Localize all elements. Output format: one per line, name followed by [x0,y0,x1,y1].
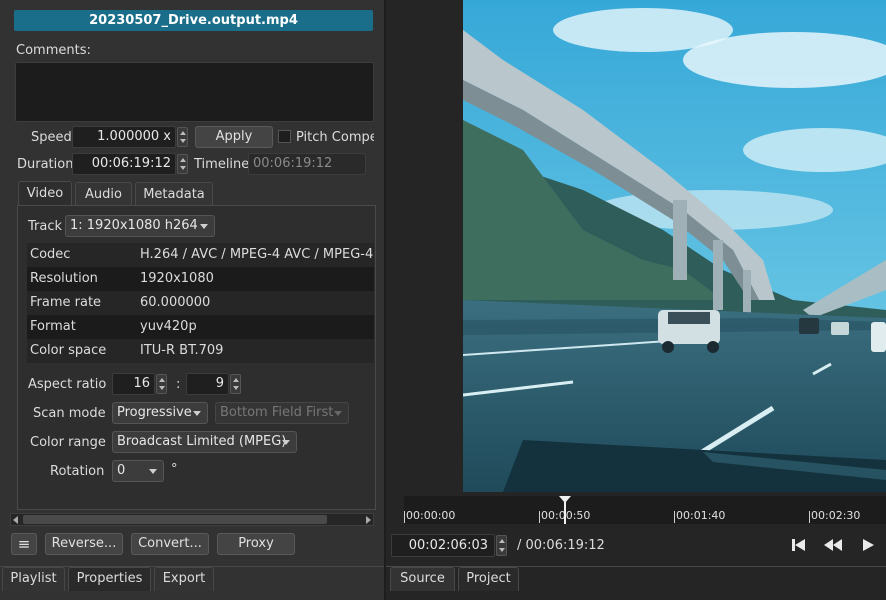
aspect-ratio-label: Aspect ratio [28,377,107,392]
aspect-width-stepper[interactable] [156,374,167,394]
info-value: ITU-R BT.709 [140,343,224,358]
play-icon[interactable] [863,538,875,552]
table-row: Frame rate 60.000000 [27,291,374,315]
video-frame-image [463,0,886,492]
timeline-ruler[interactable]: 00:00:00 00:00:50 00:01:40 00:02:30 [404,496,886,524]
rotation-label: Rotation [50,464,105,479]
playhead-line [563,502,566,524]
rewind-icon[interactable] [824,538,844,552]
video-frame[interactable] [463,0,886,492]
position-stepper[interactable] [496,535,507,556]
proxy-button[interactable]: Proxy [217,533,295,555]
speed-stepper[interactable] [177,127,188,147]
color-range-select[interactable]: Broadcast Limited (MPEG) [112,431,297,453]
table-row: Format yuv420p [27,315,374,339]
ruler-tick [539,511,540,523]
table-row: Codec H.264 / AVC / MPEG-4 AVC / MPEG-4 p… [27,243,374,267]
color-range-value: Broadcast Limited (MPEG) [117,434,287,449]
tab-source[interactable]: Source [390,567,455,591]
menu-icon: ≡ [17,535,31,553]
chevron-down-icon [282,440,290,445]
tab-properties[interactable]: Properties [68,567,151,591]
aspect-height-field[interactable]: 9 [186,373,229,395]
tab-video[interactable]: Video [18,181,72,206]
table-row: Resolution 1920x1080 [27,267,374,291]
ruler-tick [404,511,405,523]
info-key: Resolution [30,271,98,286]
total-duration-label: / 00:06:19:12 [517,538,605,553]
duration-label: Duration [17,157,74,172]
pitch-compensation-label: Pitch Compen [296,130,374,145]
track-label: Track [28,219,63,234]
reverse-button[interactable]: Reverse... [45,533,123,555]
clip-title: 20230507_Drive.output.mp4 [14,10,373,31]
chevron-down-icon [334,411,342,416]
tab-audio[interactable]: Audio [75,182,132,206]
convert-button[interactable]: Convert... [131,533,209,555]
info-value: yuv420p [140,319,197,334]
horizontal-scrollbar[interactable] [10,513,374,526]
ruler-tick [674,511,675,523]
skip-to-start-icon[interactable] [792,538,806,552]
aspect-separator: : [176,377,181,392]
info-value: H.264 / AVC / MPEG-4 AVC / MPEG-4 pa [140,247,374,262]
color-range-label: Color range [30,435,106,450]
comments-label: Comments: [16,43,91,58]
chevron-down-icon [149,469,157,474]
scrollbar-thumb[interactable] [23,515,327,524]
rotation-value: 0 [117,463,126,478]
scan-mode-label: Scan mode [33,406,106,421]
duration-field[interactable]: 00:06:19:12 [72,153,176,175]
chevron-down-icon [193,411,201,416]
ruler-tick [809,511,810,523]
media-info-table: Codec H.264 / AVC / MPEG-4 AVC / MPEG-4 p… [27,243,374,363]
menu-button[interactable]: ≡ [11,533,37,555]
ruler-label: 00:01:40 [676,509,726,522]
rotation-unit: ° [171,462,178,477]
scan-mode-value: Progressive [117,405,192,420]
scroll-right-icon[interactable] [366,516,371,524]
aspect-height-stepper[interactable] [230,374,241,394]
tab-playlist[interactable]: Playlist [2,567,65,591]
track-select-value: 1: 1920x1080 h264 [70,218,198,233]
rotation-select[interactable]: 0 [112,460,164,482]
speed-label: Speed [31,130,72,145]
tab-project[interactable]: Project [458,567,519,591]
duration-stepper[interactable] [177,154,188,174]
track-select[interactable]: 1: 1920x1080 h264 [65,215,215,237]
info-key: Format [30,319,76,334]
ruler-label: 00:02:30 [811,509,861,522]
info-key: Codec [30,247,71,262]
field-order-value: Bottom Field First [220,405,334,420]
ruler-label: 00:00:00 [406,509,456,522]
tab-export[interactable]: Export [154,567,214,591]
info-key: Color space [30,343,107,358]
pitch-compensation-checkbox[interactable] [278,130,291,143]
scan-mode-select[interactable]: Progressive [112,402,208,424]
table-row: Color space ITU-R BT.709 [27,339,374,363]
tab-metadata[interactable]: Metadata [135,182,213,206]
comments-field[interactable] [15,62,374,122]
timeline-duration-field: 00:06:19:12 [248,153,366,175]
aspect-width-field[interactable]: 16 [112,373,155,395]
info-key: Frame rate [30,295,102,310]
apply-button[interactable]: Apply [195,126,273,148]
info-value: 60.000000 [140,295,211,310]
field-order-select: Bottom Field First [215,402,349,424]
scroll-left-icon[interactable] [13,516,18,524]
speed-field[interactable]: 1.000000 x [72,126,176,148]
chevron-down-icon [200,224,208,229]
position-field[interactable]: 00:02:06:03 [391,534,495,557]
timeline-label: Timeline [194,157,250,172]
properties-panel: 20230507_Drive.output.mp4 Comments: Spee… [0,0,384,600]
info-value: 1920x1080 [140,271,214,286]
playhead[interactable] [558,496,571,524]
